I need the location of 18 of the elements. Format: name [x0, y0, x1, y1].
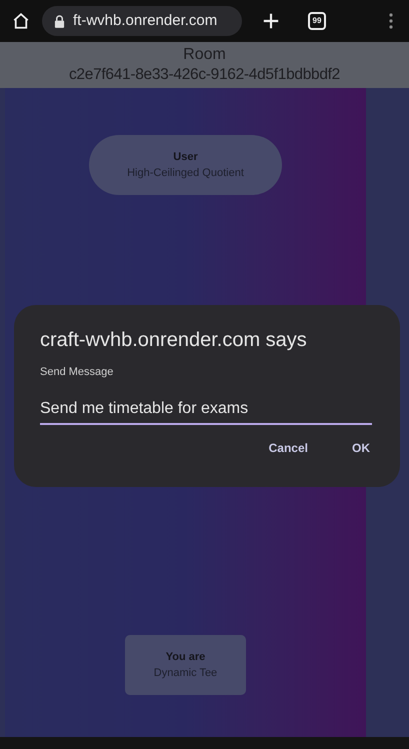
dialog-button[interactable]: OK	[352, 438, 370, 456]
url-text: ft-wvhb.onrender.com	[73, 10, 218, 31]
plus-icon[interactable]	[262, 12, 280, 30]
dialog-message: Send Message	[40, 365, 114, 380]
more-icon[interactable]	[389, 13, 393, 29]
self-name: Dynamic Tee	[154, 666, 218, 681]
room-id: c2e7f641-8e33-426c-9162-4d5f1bdbbdf2	[68, 65, 340, 85]
user-name: High-Ceilinged Quotient	[127, 166, 244, 181]
tab-count-button[interactable]: 99	[308, 12, 326, 30]
home-icon[interactable]	[12, 12, 30, 30]
dialog-title: craft-wvhb.onrender.com says	[40, 328, 308, 353]
lock-icon	[54, 14, 65, 28]
dialog-button[interactable]: Cancel	[268, 438, 308, 456]
self-label: You are	[166, 650, 206, 664]
message-input[interactable]: Send me timetable for exams	[40, 396, 372, 424]
address-bar[interactable]: ft-wvhb.onrender.com	[42, 6, 242, 36]
user-label: User	[173, 150, 198, 164]
room-title: Room	[183, 45, 226, 65]
